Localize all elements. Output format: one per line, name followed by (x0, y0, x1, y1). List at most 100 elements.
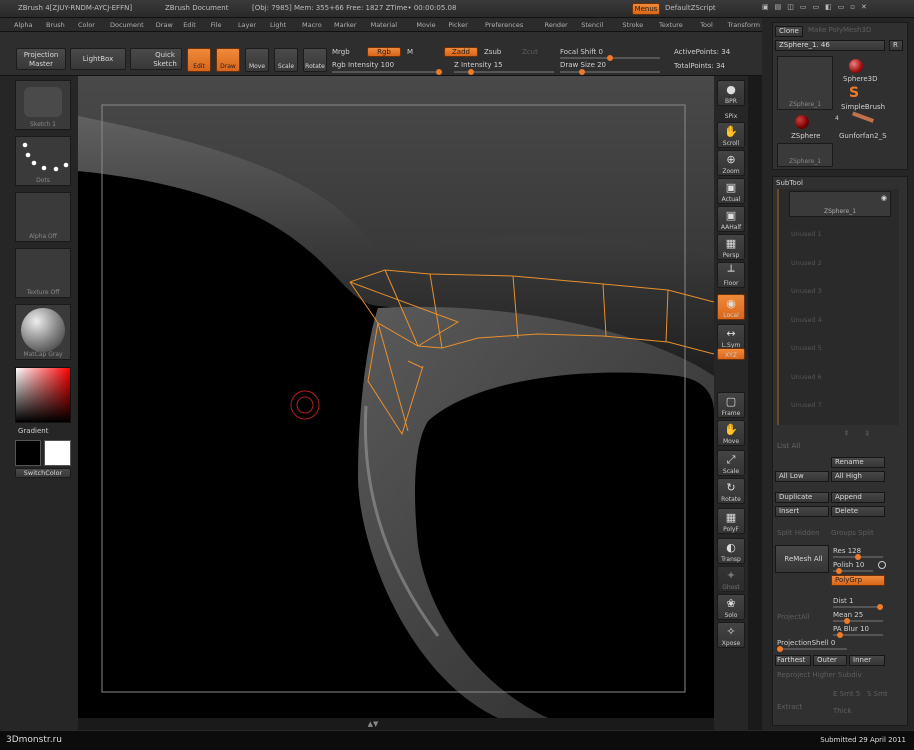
menu-layer[interactable]: Layer (238, 21, 256, 29)
polish-slider[interactable] (833, 568, 873, 574)
aahalf-button[interactable]: ▣ AAHalf (717, 206, 745, 232)
simplebrush-label[interactable]: SimpleBrush (841, 103, 885, 111)
zcut-toggle[interactable]: Zcut (522, 48, 538, 56)
subtool-slot[interactable]: Unused 6 (783, 364, 883, 390)
secondary-color-swatch[interactable] (15, 440, 41, 466)
persp-button[interactable]: ▦ Persp (717, 234, 745, 260)
res-slider[interactable] (833, 554, 883, 560)
scale-button[interactable]: ⤢ Scale (717, 450, 745, 476)
r-button[interactable]: R (889, 40, 903, 51)
subtool-slot[interactable]: Unused 3 (783, 278, 883, 304)
menu-color[interactable]: Color (78, 21, 95, 29)
edit-button[interactable]: Edit (187, 48, 211, 72)
all-low-button[interactable]: All Low (775, 471, 829, 482)
bpr-button[interactable]: ● BPR (717, 80, 745, 106)
make-polymesh-button[interactable]: Make PolyMesh3D (805, 26, 905, 37)
frame-button[interactable]: ▢ Frame (717, 392, 745, 418)
quick-sketch-button[interactable]: Quick Sketch (130, 48, 182, 70)
menu-stroke[interactable]: Stroke (622, 21, 643, 29)
projection-master-button[interactable]: Projection Master (16, 48, 66, 70)
simplebrush-icon[interactable]: S (849, 85, 859, 101)
rotate-button[interactable]: Rotate (303, 48, 327, 72)
zsub-toggle[interactable]: Zsub (484, 48, 501, 56)
menu-transform[interactable]: Transform (728, 21, 760, 29)
switch-color-button[interactable]: SwitchColor (15, 468, 71, 478)
zsphere-label[interactable]: ZSphere (791, 132, 820, 140)
viewport-render[interactable] (78, 76, 714, 718)
remesh-all-button[interactable]: ReMesh All (775, 545, 829, 573)
polish-toggle-icon[interactable] (878, 561, 886, 569)
thick-label[interactable]: Thick (833, 707, 852, 715)
menu-marker[interactable]: Marker (334, 21, 356, 29)
xpose-button[interactable]: ✧ Xpose (717, 622, 745, 648)
polygrp-toggle[interactable]: PolyGrp (831, 575, 885, 586)
focal-shift-slider[interactable] (560, 55, 660, 61)
menu-edit[interactable]: Edit (183, 21, 196, 29)
gradient-label[interactable]: Gradient (18, 427, 48, 435)
subtool-slot[interactable]: Unused 5 (783, 335, 883, 361)
groups-split-button[interactable]: Groups Split (831, 529, 874, 537)
texture-selector[interactable]: Texture Off (15, 248, 71, 298)
menu-material[interactable]: Material (371, 21, 397, 29)
sphere3d-label[interactable]: Sphere3D (843, 75, 878, 83)
menus-button[interactable]: Menus (632, 3, 660, 15)
subtool-title[interactable]: SubTool (776, 179, 803, 187)
transp-button[interactable]: ◐ Transp (717, 538, 745, 564)
actual-button[interactable]: ▣ Actual (717, 178, 745, 204)
local-button[interactable]: ◉ Local (717, 294, 745, 320)
scroll-button[interactable]: ✋ Scroll (717, 122, 745, 148)
menu-alpha[interactable]: Alpha (14, 21, 32, 29)
window-controls-icon[interactable]: ▣▤◫▭▭◧▭▫✕ (762, 3, 873, 11)
move-arrows-icon[interactable]: ⇞⇟ (843, 429, 884, 438)
eye-icon[interactable]: ◉ (881, 194, 887, 202)
alpha-selector[interactable]: Alpha Off (15, 192, 71, 242)
menu-render[interactable]: Render (545, 21, 568, 29)
insert-button[interactable]: Insert (775, 506, 829, 517)
main-color-swatch[interactable] (44, 440, 71, 466)
rename-button[interactable]: Rename (831, 457, 885, 468)
menu-document[interactable]: Document (110, 21, 144, 29)
menu-preferences[interactable]: Preferences (485, 21, 523, 29)
subtool-active-item[interactable]: ZSphere_1 ◉ (789, 191, 891, 217)
e-smt-label[interactable]: E Smt 5 (833, 690, 860, 698)
solo-button[interactable]: ❀ Solo (717, 594, 745, 620)
mean-slider[interactable] (833, 618, 883, 624)
draw-size-slider[interactable] (560, 69, 660, 75)
outer-button[interactable]: Outer (813, 655, 847, 666)
scale-button[interactable]: Scale (274, 48, 298, 72)
clone-button[interactable]: Clone (775, 26, 803, 37)
list-all-button[interactable]: List All (777, 442, 800, 450)
zsphere-thumb-2[interactable]: ZSphere_1 (777, 143, 833, 167)
subtool-slot[interactable]: Unused 1 (783, 221, 883, 247)
subtool-slot[interactable]: Unused 2 (783, 250, 883, 276)
menu-movie[interactable]: Movie (416, 21, 435, 29)
gun-icon[interactable] (849, 111, 875, 129)
lsym-button[interactable]: ↔ L.Sym (717, 324, 745, 350)
zadd-toggle[interactable]: Zadd (444, 47, 478, 57)
move-button[interactable]: Move (245, 48, 269, 72)
rotate-button[interactable]: ↻ Rotate (717, 478, 745, 504)
current-tool-thumb[interactable]: ZSphere_1 (777, 56, 833, 110)
append-button[interactable]: Append (831, 492, 885, 503)
m-toggle[interactable]: M (407, 48, 413, 56)
menu-file[interactable]: File (211, 21, 222, 29)
menu-picker[interactable]: Picker (448, 21, 467, 29)
z-intensity-slider[interactable] (454, 69, 554, 75)
extract-button[interactable]: Extract (777, 703, 802, 711)
gunforfan-label[interactable]: Gunforfan2_S (839, 132, 887, 140)
color-picker[interactable] (15, 367, 71, 423)
menu-draw[interactable]: Draw (156, 21, 173, 29)
zsphere-icon[interactable] (795, 115, 809, 129)
zoom-button[interactable]: ⊕ Zoom (717, 150, 745, 176)
spix-button[interactable]: SPix (717, 106, 745, 120)
menu-stencil[interactable]: Stencil (581, 21, 603, 29)
inner-button[interactable]: Inner (849, 655, 885, 666)
project-all-button[interactable]: ProjectAll (777, 613, 810, 621)
subtool-slot[interactable]: Unused 4 (783, 307, 883, 333)
all-high-button[interactable]: All High (831, 471, 885, 482)
document-canvas[interactable]: ▲▼ (78, 76, 714, 728)
current-tool-name[interactable]: ZSphere_1. 46 (775, 40, 885, 51)
sphere3d-icon[interactable] (849, 59, 863, 73)
floor-button[interactable]: ┴ Floor (717, 262, 745, 288)
s-smt-label[interactable]: S Smt (867, 690, 888, 698)
